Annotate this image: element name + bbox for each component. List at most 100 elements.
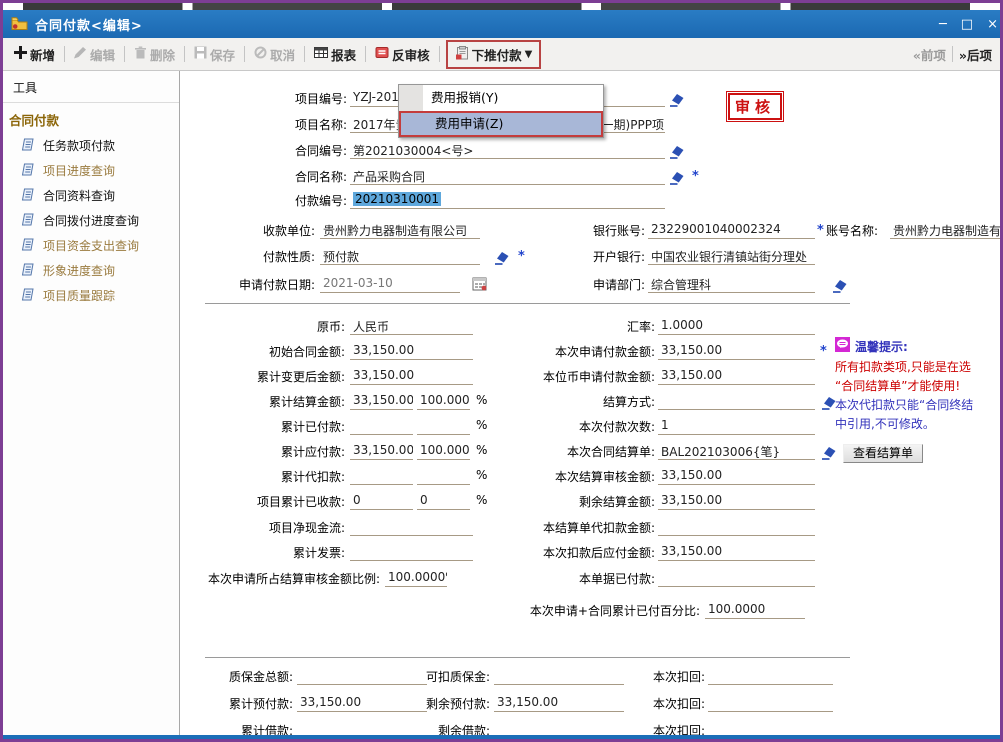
settlement-bill-field[interactable]: BAL202103006{笔} <box>658 443 815 460</box>
payment-no-label: 付款编号: <box>200 192 347 209</box>
apply-amount-field[interactable]: 33,150.00 <box>658 343 815 360</box>
reverse-audit-icon <box>375 46 389 62</box>
retention-recover-label: 本次扣回: <box>620 668 705 685</box>
deductible-retention-field[interactable] <box>494 668 624 685</box>
scroll-icon <box>21 213 34 229</box>
payable-amount-field[interactable]: 33,150.00 <box>350 443 413 460</box>
contract-name-field[interactable]: 产品采购合同 <box>350 168 665 185</box>
toolbar-separator <box>244 46 245 62</box>
eraser-icon[interactable] <box>670 144 685 163</box>
sidebar: 工具 合同付款 任务款项付款 项目进度查询 合同资料查询 合同拨付进度查询 项目… <box>3 71 180 735</box>
sidebar-item-contract-allocation-progress[interactable]: 合同拨付进度查询 <box>3 208 179 233</box>
toolbar-separator <box>952 46 953 62</box>
sidebar-item-contract-info[interactable]: 合同资料查询 <box>3 183 179 208</box>
exchange-rate-field[interactable]: 1.0000 <box>658 318 815 335</box>
sidebar-item-project-progress[interactable]: 项目进度查询 <box>3 158 179 183</box>
apply-dept-label: 申请部门: <box>500 276 645 293</box>
apply-date-label: 申请付款日期: <box>200 276 315 293</box>
invoice-total-field[interactable] <box>350 544 473 561</box>
paid-amount-field[interactable] <box>350 418 413 435</box>
titlebar: 合同付款<编辑> ─ □ × <box>3 10 1000 38</box>
app-window: 合同付款<编辑> ─ □ × 新增 编辑 删除 保存 取消 <box>0 0 1003 742</box>
tip-title: 温馨提示: <box>855 338 908 355</box>
report-button[interactable]: 报表 <box>311 43 359 66</box>
project-name-label: 项目名称: <box>200 116 347 133</box>
tip-line: 中引用,不可修改。 <box>835 415 999 434</box>
eraser-icon[interactable] <box>670 170 685 189</box>
loan-recover-field[interactable] <box>708 722 833 735</box>
eraser-icon[interactable] <box>670 92 685 111</box>
payment-count-field[interactable]: 1 <box>658 418 815 435</box>
after-deduct-payable-field[interactable]: 33,150.00 <box>658 544 815 561</box>
push-payment-button[interactable]: 下推付款 ▼ <box>452 43 536 66</box>
apply-dept-field[interactable]: 综合管理科 <box>648 276 815 293</box>
bill-withhold-label: 本结算单代扣款金额: <box>460 519 655 536</box>
changed-amount-field[interactable]: 33,150.00 <box>350 368 473 385</box>
payee-field[interactable]: 贵州黔力电器制造有限公司 <box>320 222 480 239</box>
toolbar: 新增 编辑 删除 保存 取消 报表 反审核 <box>3 38 1000 71</box>
prepaid-remaining-field[interactable]: 33,150.00 <box>494 695 624 712</box>
init-contract-amount-field[interactable]: 33,150.00 <box>350 343 473 360</box>
scroll-icon <box>21 163 34 179</box>
sidebar-header: 工具 <box>3 71 179 103</box>
settle-method-label: 结算方式: <box>460 393 655 410</box>
bill-paid-field[interactable] <box>658 570 815 587</box>
sidebar-item-project-fund-expense[interactable]: 项目资金支出查询 <box>3 233 179 258</box>
calendar-icon[interactable] <box>472 276 488 295</box>
menu-item-expense-apply[interactable]: 费用申请(Z) <box>399 111 603 137</box>
remaining-settle-field[interactable]: 33,150.00 <box>658 493 815 510</box>
section-divider <box>205 657 850 658</box>
bank-account-field[interactable]: 23229001040002324 <box>648 222 815 239</box>
cumulative-percent-field[interactable]: 100.0000 <box>705 602 805 619</box>
bill-withhold-field[interactable] <box>658 519 815 536</box>
tip-line: 所有扣款类项,只能是在选 <box>835 358 999 377</box>
maximize-button[interactable]: □ <box>961 17 973 32</box>
deductible-retention-label: 可扣质保金: <box>375 668 490 685</box>
loan-remaining-field[interactable] <box>494 722 624 735</box>
remaining-settle-label: 剩余结算金额: <box>460 493 655 510</box>
prepaid-recover-field[interactable] <box>708 695 833 712</box>
apply-ratio-field[interactable]: 100.0000% <box>385 570 447 587</box>
contract-no-field[interactable]: 第2021030004<号> <box>350 142 665 159</box>
menu-item-expense-reimburse[interactable]: 费用报销(Y) <box>399 85 603 111</box>
apply-amount-label: 本次申请付款金额: <box>460 343 655 360</box>
add-button[interactable]: 新增 <box>11 43 58 66</box>
sidebar-item-image-progress[interactable]: 形象进度查询 <box>3 258 179 283</box>
account-name-field[interactable]: 贵州黔力电器制造有 <box>890 222 1000 239</box>
cumulative-percent-label: 本次申请+合同累计已付百分比: <box>420 602 700 619</box>
next-item-button[interactable]: »后项 <box>959 45 992 64</box>
retention-recover-field[interactable] <box>708 668 833 685</box>
payment-type-field[interactable]: 预付款 <box>320 248 480 265</box>
sidebar-item-project-quality[interactable]: 项目质量跟踪 <box>3 283 179 308</box>
required-mark: * <box>817 223 824 238</box>
form-area: 审核 项目编号: YZJ-2018-09060 项目名称: 2017年贵州盘县一… <box>180 71 1000 735</box>
currency-field[interactable]: 人民币 <box>350 318 473 335</box>
settle-method-field[interactable] <box>658 393 815 410</box>
toolbar-separator <box>64 46 65 62</box>
project-received-field[interactable]: 0 <box>350 493 413 510</box>
audit-amount-field[interactable]: 33,150.00 <box>658 468 815 485</box>
view-settlement-button[interactable]: 查看结算单 <box>843 444 923 463</box>
invoice-total-label: 累计发票: <box>190 544 345 561</box>
sidebar-item-task-payment[interactable]: 任务款项付款 <box>3 133 179 158</box>
apply-date-field[interactable]: 2021-03-10 <box>320 276 460 293</box>
payment-type-label: 付款性质: <box>200 248 315 265</box>
base-apply-amount-label: 本位币申请付款金额: <box>460 368 655 385</box>
net-cash-flow-field[interactable] <box>350 519 473 536</box>
payable-amount-label: 累计应付款: <box>190 443 345 460</box>
scroll-icon <box>21 238 34 254</box>
payment-no-field[interactable]: 20210310001 <box>350 192 665 209</box>
scroll-icon <box>21 138 34 154</box>
eraser-icon[interactable] <box>822 445 837 464</box>
minimize-button[interactable]: ─ <box>939 17 947 32</box>
withheld-amount-field[interactable] <box>350 468 413 485</box>
settled-amount-field[interactable]: 33,150.00 <box>350 393 413 410</box>
reverse-audit-button[interactable]: 反审核 <box>372 43 433 66</box>
required-mark: * <box>692 169 699 184</box>
dropdown-arrow-icon: ▼ <box>525 49 533 60</box>
base-apply-amount-field[interactable]: 33,150.00 <box>658 368 815 385</box>
bank-field[interactable]: 中国农业银行清镇站街分理处 <box>648 248 815 265</box>
close-button[interactable]: × <box>987 17 998 32</box>
eraser-icon[interactable] <box>833 278 848 297</box>
prepaid-remaining-label: 剩余预付款: <box>375 695 490 712</box>
